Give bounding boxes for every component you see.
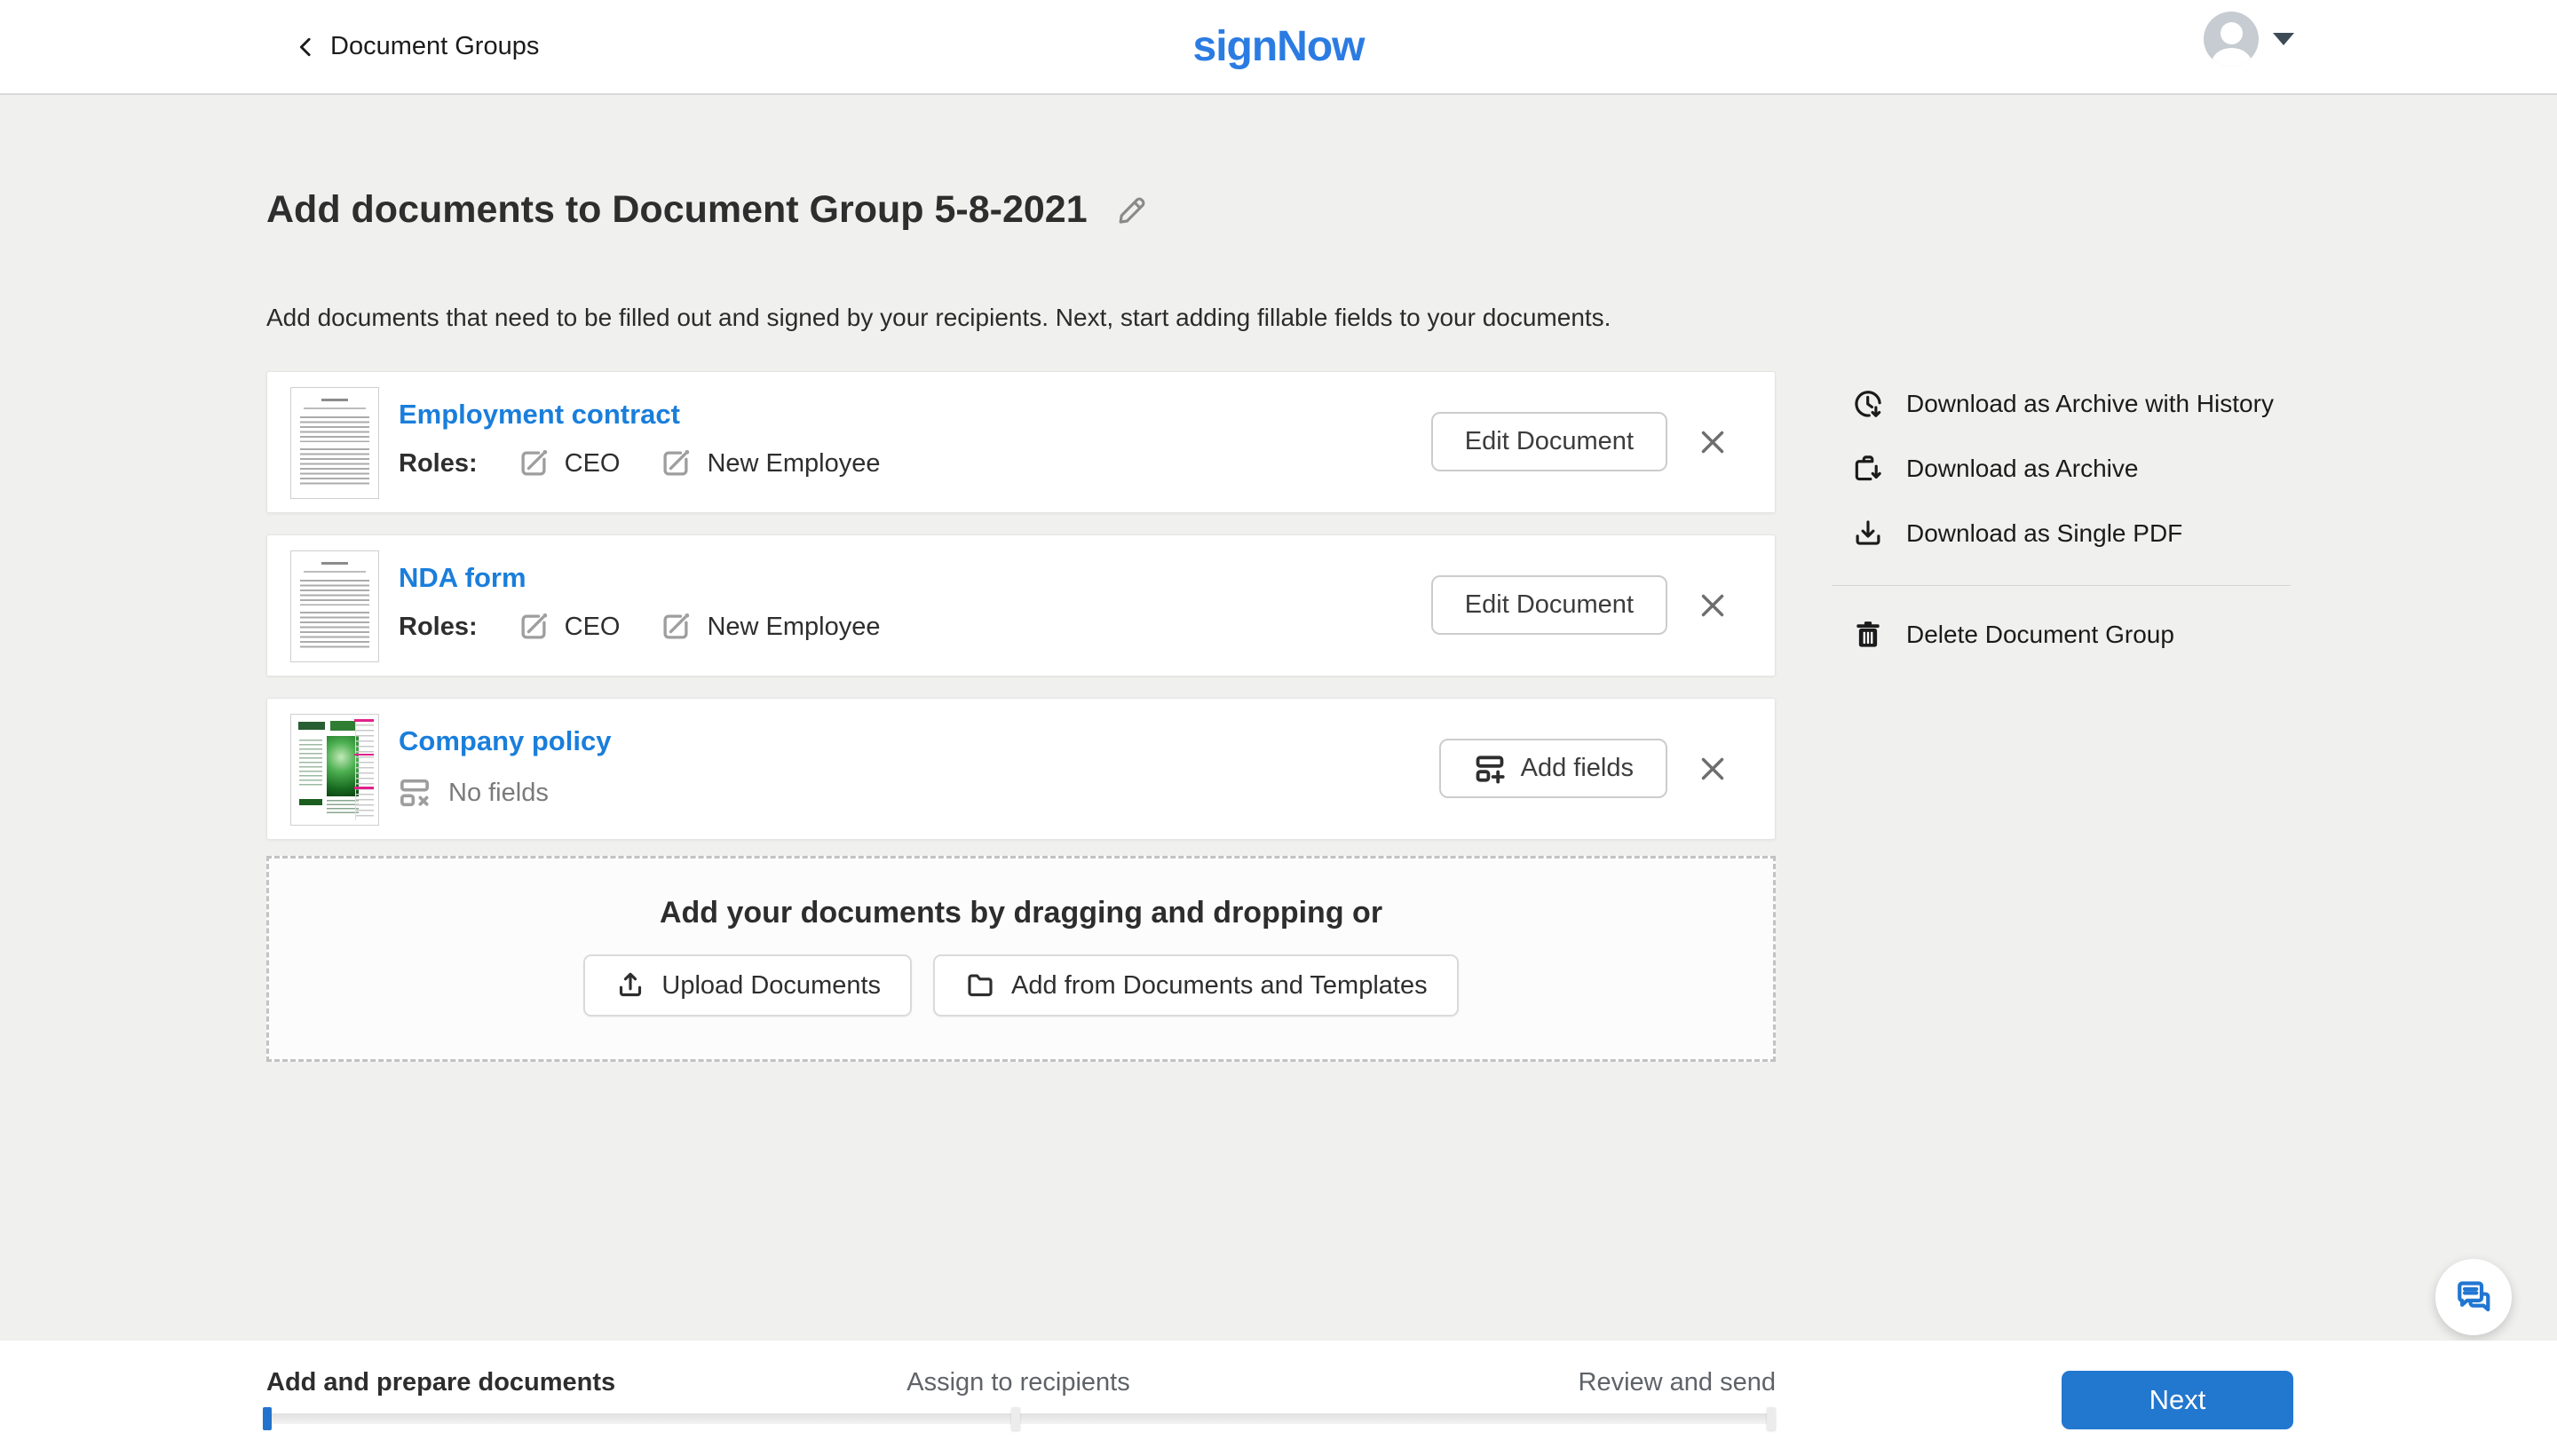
no-fields-label: No fields: [448, 779, 549, 808]
role-name: CEO: [565, 449, 621, 479]
document-card-employment-contract: Employment contract Roles: CEO New Emplo…: [266, 371, 1776, 513]
document-dropzone[interactable]: Add your documents by dragging and dropp…: [266, 856, 1776, 1062]
avatar: [2204, 12, 2259, 67]
delete-document-group-label: Delete Document Group: [1906, 621, 2174, 649]
document-thumbnail: [290, 550, 379, 662]
edit-document-button[interactable]: Edit Document: [1431, 575, 1667, 635]
chat-bubbles-icon: [2453, 1277, 2494, 1318]
edit-role-icon: [517, 447, 550, 480]
fields-icon: [397, 775, 432, 811]
document-link[interactable]: NDA form: [399, 562, 526, 594]
signnow-logo: signNow: [1193, 0, 1365, 93]
document-card-company-policy: Company policy No fields Add fields: [266, 698, 1776, 840]
close-x-icon: [1697, 753, 1729, 785]
download-archive-action[interactable]: Download as Archive: [1851, 449, 2138, 488]
role-name: New Employee: [707, 449, 880, 479]
upload-documents-button[interactable]: Upload Documents: [583, 954, 912, 1017]
support-chat-button[interactable]: [2435, 1259, 2512, 1335]
delete-document-group-action[interactable]: Delete Document Group: [1851, 615, 2174, 654]
edit-role-icon: [659, 610, 693, 644]
trash-icon: [1851, 618, 1885, 652]
remove-document-button[interactable]: [1697, 590, 1729, 621]
pencil-icon: [1114, 193, 1150, 228]
add-from-library-button[interactable]: Add from Documents and Templates: [933, 954, 1459, 1017]
back-to-document-groups[interactable]: Document Groups: [293, 0, 539, 93]
clock-download-icon: [1851, 387, 1885, 421]
panel-divider: [1832, 585, 2291, 586]
upload-documents-label: Upload Documents: [661, 971, 881, 1001]
download-single-pdf-action[interactable]: Download as Single PDF: [1851, 514, 2182, 553]
step-assign-to-recipients: Assign to recipients: [906, 1368, 1129, 1397]
role-name: CEO: [565, 613, 621, 642]
remove-document-button[interactable]: [1697, 753, 1729, 785]
document-link[interactable]: Employment contract: [399, 399, 680, 431]
document-link[interactable]: Company policy: [399, 725, 611, 757]
download-archive-history-action[interactable]: Download as Archive with History: [1851, 384, 2274, 423]
chevron-left-icon: [293, 34, 320, 60]
upload-icon: [614, 969, 646, 1001]
download-single-pdf-label: Download as Single PDF: [1906, 519, 2182, 548]
download-archive-history-label: Download as Archive with History: [1906, 390, 2274, 418]
close-x-icon: [1697, 426, 1729, 458]
edit-document-button[interactable]: Edit Document: [1431, 412, 1667, 471]
caret-down-icon: [2273, 33, 2294, 45]
document-thumbnail: [290, 714, 379, 826]
wizard-footer: Add and prepare documents Assign to reci…: [0, 1341, 2557, 1456]
page-title: Add documents to Document Group 5-8-2021: [266, 188, 1088, 232]
dropzone-heading: Add your documents by dragging and dropp…: [269, 896, 1773, 930]
edit-role-icon: [659, 447, 693, 480]
page-subtitle: Add documents that need to be filled out…: [266, 304, 1611, 332]
step-review-and-send: Review and send: [1579, 1368, 1776, 1397]
roles-label: Roles:: [399, 449, 478, 479]
role-name: New Employee: [707, 613, 880, 642]
add-fields-button[interactable]: Add fields: [1439, 739, 1667, 798]
progress-track: [263, 1413, 1776, 1424]
progress-marker-step3: [1767, 1407, 1776, 1430]
archive-download-icon: [1851, 452, 1885, 486]
edit-document-label: Edit Document: [1465, 590, 1634, 620]
add-from-library-label: Add from Documents and Templates: [1011, 971, 1428, 1001]
document-thumbnail: [290, 387, 379, 499]
progress-marker-step2: [1011, 1407, 1020, 1430]
add-fields-label: Add fields: [1521, 754, 1634, 783]
roles-label: Roles:: [399, 613, 478, 642]
progress-marker-current: [263, 1407, 272, 1430]
next-button[interactable]: Next: [2062, 1371, 2293, 1429]
remove-document-button[interactable]: [1697, 426, 1729, 458]
top-header: Document Groups signNow: [0, 0, 2557, 95]
close-x-icon: [1697, 590, 1729, 621]
folder-icon: [964, 969, 996, 1001]
back-label: Document Groups: [330, 32, 539, 61]
add-fields-icon: [1473, 752, 1507, 786]
step-add-and-prepare: Add and prepare documents: [266, 1368, 615, 1397]
document-card-nda-form: NDA form Roles: CEO New Employee Edit Do…: [266, 534, 1776, 677]
download-archive-label: Download as Archive: [1906, 455, 2138, 483]
edit-document-label: Edit Document: [1465, 427, 1634, 456]
download-icon: [1851, 517, 1885, 550]
edit-role-icon: [517, 610, 550, 644]
account-menu[interactable]: [2204, 12, 2294, 67]
edit-group-name-button[interactable]: [1114, 193, 1150, 228]
